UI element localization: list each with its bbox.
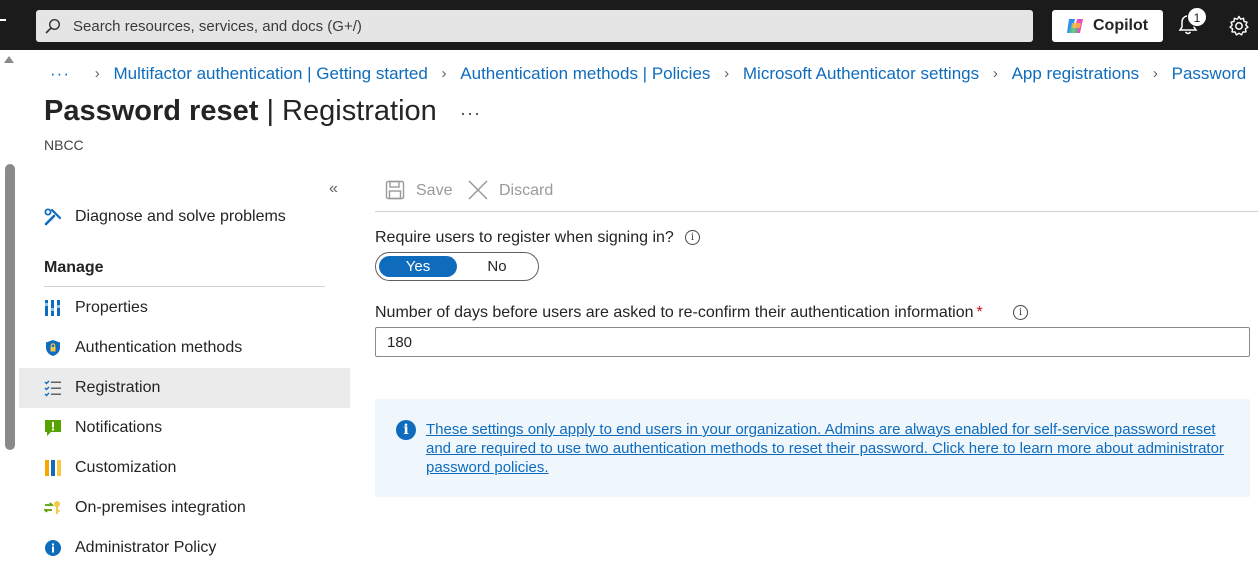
search-box[interactable]: Search resources, services, and docs (G+… [36, 10, 1033, 42]
breadcrumb-item-authenticator[interactable]: Microsoft Authenticator settings [743, 64, 979, 84]
breadcrumb-item-auth-methods[interactable]: Authentication methods | Policies [460, 64, 710, 84]
chevron-right-icon: › [94, 65, 100, 83]
copilot-button[interactable]: Copilot [1052, 10, 1163, 42]
breadcrumb-item-password[interactable]: Password [1172, 64, 1247, 84]
sidebar-item-label: On-premises integration [75, 499, 246, 516]
sidebar-item-label: Customization [75, 459, 177, 476]
copilot-icon [1067, 19, 1083, 33]
top-bar: Search resources, services, and docs (G+… [0, 0, 1258, 50]
shield-icon [46, 340, 60, 356]
chevron-right-icon: › [724, 65, 730, 83]
search-icon [45, 18, 61, 34]
save-icon [385, 180, 405, 200]
properties-icon [45, 300, 60, 316]
breadcrumb-item-mfa[interactable]: Multifactor authentication | Getting sta… [113, 64, 427, 84]
reconfirm-days-input[interactable] [375, 327, 1250, 357]
chevron-right-icon: › [1152, 65, 1158, 83]
sidebar-item-registration[interactable]: Registration [19, 368, 350, 408]
sidebar-item-notifications[interactable]: Notifications [19, 408, 350, 448]
learn-more-link[interactable]: These settings only apply to end users i… [426, 420, 1236, 477]
save-button[interactable]: Save [384, 178, 454, 204]
sidebar-item-label: Administrator Policy [75, 539, 217, 556]
save-label: Save [416, 182, 453, 199]
collapse-sidebar-button[interactable]: « [329, 180, 338, 198]
sidebar-item-diagnose[interactable]: Diagnose and solve problems [19, 197, 350, 237]
settings-gear-icon[interactable] [1228, 15, 1250, 37]
chevron-right-icon: › [992, 65, 998, 83]
breadcrumb: ··· › Multifactor authentication | Getti… [50, 63, 1246, 84]
notification-count-badge[interactable]: 1 [1187, 7, 1207, 27]
sidebar-item-label: Registration [75, 379, 161, 396]
manage-heading: Manage [44, 259, 104, 276]
scroll-up-arrow-icon[interactable] [4, 56, 14, 63]
sidebar-item-label: Authentication methods [75, 339, 243, 356]
notification-icon [45, 420, 61, 436]
tenant-name: NBCC [44, 137, 84, 153]
sidebar-item-label: Diagnose and solve problems [75, 208, 286, 225]
breadcrumb-item-app-registrations[interactable]: App registrations [1012, 64, 1140, 84]
require-registration-label: Require users to register when signing i… [375, 229, 674, 246]
more-options-button[interactable]: ··· [460, 103, 481, 124]
close-icon [468, 180, 488, 200]
sidebar-item-administrator-policy[interactable]: Administrator Policy [19, 528, 350, 568]
page-title: Password reset | Registration [44, 95, 437, 128]
info-tooltip-icon[interactable]: i [1013, 305, 1028, 320]
divider [375, 211, 1258, 212]
toggle-yes-option[interactable]: Yes [379, 256, 457, 277]
reconfirm-days-label-text: Number of days before users are asked to… [375, 304, 974, 321]
chevron-right-icon: › [441, 65, 447, 83]
sidebar-item-customization[interactable]: Customization [19, 448, 350, 488]
discard-label: Discard [499, 182, 554, 199]
sidebar-item-properties[interactable]: Properties [19, 288, 350, 328]
sync-key-icon [44, 501, 60, 514]
search-placeholder[interactable]: Search resources, services, and docs (G+… [73, 18, 362, 35]
page-title-sub: Registration [282, 95, 437, 127]
page-scrollbar-thumb[interactable] [5, 164, 15, 450]
reconfirm-days-label: Number of days before users are asked to… [375, 304, 983, 322]
page-title-main: Password reset [44, 95, 259, 127]
checklist-icon [44, 380, 61, 397]
sidebar-item-authentication-methods[interactable]: Authentication methods [19, 328, 350, 368]
info-icon [45, 540, 61, 556]
sidebar-item-label: Properties [75, 299, 148, 316]
info-banner: i These settings only apply to end users… [375, 399, 1250, 497]
breadcrumb-more-button[interactable]: ··· [50, 64, 70, 84]
customization-icon [45, 460, 61, 476]
back-arrow-icon[interactable] [0, 19, 6, 21]
wrench-icon [44, 208, 62, 226]
info-tooltip-icon[interactable]: i [685, 230, 700, 245]
sidebar-item-label: Notifications [75, 419, 163, 436]
page-title-separator: | [258, 95, 283, 127]
copilot-label: Copilot [1093, 17, 1149, 34]
require-registration-toggle: Yes No [375, 252, 539, 281]
required-mark: * [976, 304, 983, 321]
toggle-no-option[interactable]: No [458, 256, 536, 277]
info-icon: i [396, 420, 416, 440]
divider [44, 286, 325, 287]
discard-button[interactable]: Discard [467, 178, 557, 204]
sidebar-item-on-premises-integration[interactable]: On-premises integration [19, 488, 350, 528]
